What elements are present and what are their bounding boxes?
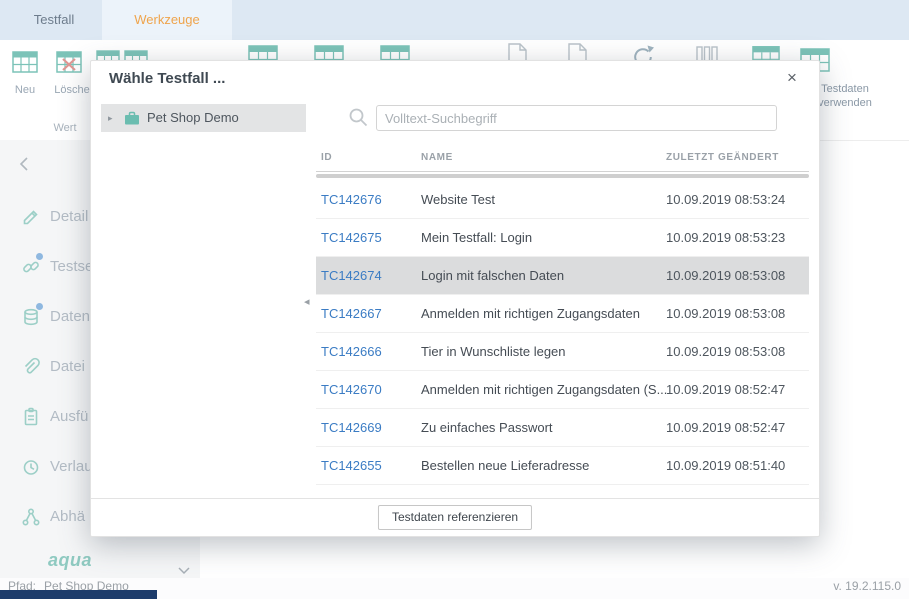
dependencies-icon xyxy=(21,507,41,532)
row-name: Anmelden mit richtigen Zugangsdaten (S..… xyxy=(421,371,667,408)
sidebar-collapse-button[interactable] xyxy=(18,156,32,174)
execution-icon xyxy=(21,407,41,432)
data-icon xyxy=(21,307,41,332)
table-row[interactable]: TC142667 Anmelden mit richtigen Zugangsd… xyxy=(316,295,809,333)
column-header-id[interactable]: ID xyxy=(321,145,332,171)
row-name: Tier in Wunschliste legen xyxy=(421,333,566,370)
table-delete-icon xyxy=(56,50,82,74)
row-id-link[interactable]: TC142666 xyxy=(321,333,382,370)
column-header-modified[interactable]: ZULETZT GEÄNDERT xyxy=(666,145,779,171)
tab-werkzeuge[interactable]: Werkzeuge xyxy=(102,0,232,40)
tab-testfall[interactable]: Testfall xyxy=(8,0,100,40)
row-id-link[interactable]: TC142655 xyxy=(321,447,382,484)
row-name: Login mit falschen Daten xyxy=(421,257,564,294)
notification-dot xyxy=(36,303,43,310)
app-window: Testfall Werkzeuge Neu Lösche xyxy=(0,0,909,599)
new-button[interactable] xyxy=(12,50,38,79)
horizontal-scrollbar[interactable] xyxy=(316,174,809,178)
project-briefcase-icon xyxy=(122,109,142,134)
testcase-table: ID NAME ZULETZT GEÄNDERT TC142676 Websit… xyxy=(316,145,809,485)
dialog-title: Wähle Testfall ... xyxy=(109,70,225,87)
table-row[interactable]: TC142655 Bestellen neue Lieferadresse 10… xyxy=(316,447,809,485)
column-header-name[interactable]: NAME xyxy=(421,145,453,171)
reference-testdata-button[interactable]: Testdaten referenzieren xyxy=(378,505,532,530)
row-modified: 10.09.2019 08:53:23 xyxy=(666,219,785,256)
tree-expand-icon[interactable]: ▸ xyxy=(108,104,113,132)
table-row[interactable]: TC142670 Anmelden mit richtigen Zugangsd… xyxy=(316,371,809,409)
row-modified: 10.09.2019 08:51:40 xyxy=(666,447,785,484)
row-modified: 10.09.2019 08:53:08 xyxy=(666,333,785,370)
row-modified: 10.09.2019 08:52:47 xyxy=(666,409,785,446)
search-input[interactable] xyxy=(376,105,777,131)
row-name: Zu einfaches Passwort xyxy=(421,409,553,446)
footer-divider xyxy=(91,498,819,499)
row-modified: 10.09.2019 08:53:08 xyxy=(666,257,785,294)
table-row[interactable]: TC142676 Website Test 10.09.2019 08:53:2… xyxy=(316,181,809,219)
bottom-brand-strip xyxy=(0,590,157,599)
project-tree-item[interactable]: ▸ Pet Shop Demo xyxy=(101,104,306,132)
row-id-link[interactable]: TC142675 xyxy=(321,219,382,256)
notification-dot xyxy=(36,253,43,260)
row-id-link[interactable]: TC142676 xyxy=(321,181,382,218)
delete-button[interactable] xyxy=(56,50,82,79)
scenario-icon xyxy=(21,257,41,282)
version-label: v. 19.2.115.0 xyxy=(833,579,901,593)
row-name: Website Test xyxy=(421,181,495,218)
row-id-link[interactable]: TC142667 xyxy=(321,295,382,332)
row-id-link[interactable]: TC142670 xyxy=(321,371,382,408)
choose-testcase-dialog: Wähle Testfall ... × ▸ Pet Shop Demo ID … xyxy=(90,60,820,537)
attachment-icon xyxy=(21,357,41,382)
table-row[interactable]: TC142666 Tier in Wunschliste legen 10.09… xyxy=(316,333,809,371)
tab-bar: Testfall Werkzeuge xyxy=(0,0,909,40)
row-modified: 10.09.2019 08:53:24 xyxy=(666,181,785,218)
search-icon xyxy=(348,107,369,133)
table-row[interactable]: TC142674 Login mit falschen Daten 10.09.… xyxy=(316,257,809,295)
aqua-logo: aqua xyxy=(48,550,92,571)
row-modified: 10.09.2019 08:53:08 xyxy=(666,295,785,332)
row-name: Mein Testfall: Login xyxy=(421,219,532,256)
tree-panel-collapse-icon[interactable]: ◂ xyxy=(304,295,310,308)
row-id-link[interactable]: TC142669 xyxy=(321,409,382,446)
row-name: Anmelden mit richtigen Zugangsdaten xyxy=(421,295,640,332)
row-modified: 10.09.2019 08:52:47 xyxy=(666,371,785,408)
row-id-link[interactable]: TC142674 xyxy=(321,257,382,294)
history-icon xyxy=(21,457,41,482)
details-icon xyxy=(21,207,41,232)
close-icon[interactable]: × xyxy=(781,67,803,89)
table-new-icon xyxy=(12,50,38,74)
new-button-label: Neu xyxy=(2,84,48,96)
chevron-left-icon xyxy=(18,156,30,172)
table-row[interactable]: TC142669 Zu einfaches Passwort 10.09.201… xyxy=(316,409,809,447)
table-header: ID NAME ZULETZT GEÄNDERT xyxy=(316,145,809,172)
testcase-table-body: TC142676 Website Test 10.09.2019 08:53:2… xyxy=(316,181,809,485)
row-name: Bestellen neue Lieferadresse xyxy=(421,447,589,484)
project-tree-label: Pet Shop Demo xyxy=(147,104,239,132)
table-row[interactable]: TC142675 Mein Testfall: Login 10.09.2019… xyxy=(316,219,809,257)
chevron-down-icon xyxy=(178,567,190,575)
